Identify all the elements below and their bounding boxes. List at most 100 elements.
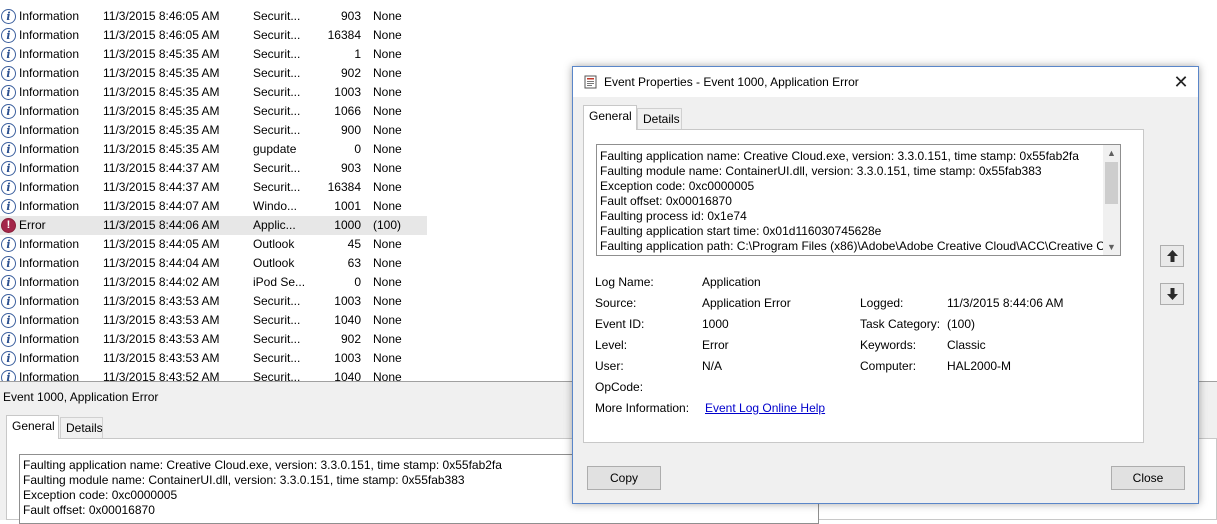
event-id: 63: [347, 256, 361, 270]
event-id: 903: [340, 161, 361, 175]
tab-general[interactable]: General: [583, 105, 637, 130]
event-row[interactable]: i Information 11/3/2015 8:43:53 AM Securit.…: [0, 292, 572, 311]
event-row[interactable]: i Information 11/3/2015 8:44:07 AM Windo...…: [0, 197, 572, 216]
tab-details[interactable]: Details: [637, 108, 682, 130]
event-task-category: None: [373, 161, 402, 175]
event-row[interactable]: i Information 11/3/2015 8:46:05 AM Securit.…: [0, 26, 572, 45]
information-icon: i: [1, 351, 16, 366]
description-line: Faulting application name: Creative Clou…: [600, 149, 1079, 163]
information-icon: i: [1, 104, 16, 119]
description-line: Faulting process id: 0x1e74: [600, 209, 747, 223]
event-id: 45: [347, 237, 361, 251]
event-date-time: 11/3/2015 8:43:53 AM: [103, 294, 220, 308]
event-row[interactable]: ! Error 11/3/2015 8:44:06 AM Applic... 1000 (…: [0, 216, 572, 235]
more-info-label: More Information:: [595, 401, 690, 415]
previous-event-button[interactable]: [1160, 245, 1184, 267]
information-icon: i: [1, 123, 16, 138]
event-level: Information: [19, 199, 80, 213]
copy-button[interactable]: Copy: [587, 466, 661, 490]
information-icon: i: [1, 9, 16, 24]
event-row[interactable]: i Information 11/3/2015 8:43:53 AM Securit.…: [0, 349, 572, 368]
description-line: Fault offset: 0x00016870: [600, 194, 732, 208]
event-date-time: 11/3/2015 8:45:35 AM: [103, 66, 220, 80]
preview-tab-details[interactable]: Details: [60, 417, 103, 439]
event-task-category: None: [373, 85, 402, 99]
event-row[interactable]: i Information 11/3/2015 8:44:05 AM Outlook 4…: [0, 235, 572, 254]
event-row[interactable]: i Information 11/3/2015 8:44:04 AM Outlook 6…: [0, 254, 572, 273]
information-icon: i: [1, 294, 16, 309]
event-date-time: 11/3/2015 8:43:52 AM: [103, 370, 220, 381]
event-date-time: 11/3/2015 8:44:02 AM: [103, 275, 220, 289]
event-level: Information: [19, 370, 80, 381]
event-id: 1003: [334, 351, 361, 365]
event-row[interactable]: i Information 11/3/2015 8:45:35 AM Securit.…: [0, 64, 572, 83]
event-row[interactable]: i Information 11/3/2015 8:45:35 AM Securit.…: [0, 121, 572, 140]
event-row[interactable]: i Information 11/3/2015 8:44:37 AM Securit.…: [0, 159, 572, 178]
event-row[interactable]: i Information 11/3/2015 8:44:02 AM iPod Se.…: [0, 273, 572, 292]
event-date-time: 11/3/2015 8:43:53 AM: [103, 332, 220, 346]
event-task-category: None: [373, 9, 402, 23]
event-task-category: None: [373, 256, 402, 270]
information-icon: i: [1, 256, 16, 271]
event-description-box[interactable]: Faulting application name: Creative Clou…: [596, 144, 1121, 256]
event-id-value: 1000: [702, 317, 729, 331]
event-source: Applic...: [253, 218, 296, 232]
event-task-category: None: [373, 199, 402, 213]
event-source: Outlook: [253, 256, 295, 270]
event-source: Securit...: [253, 351, 301, 365]
event-date-time: 11/3/2015 8:45:35 AM: [103, 123, 220, 137]
event-level: Information: [19, 237, 80, 251]
close-button[interactable]: Close: [1111, 466, 1185, 490]
event-properties-dialog: Event Properties - Event 1000, Applicati…: [572, 66, 1199, 504]
event-row[interactable]: i Information 11/3/2015 8:43:53 AM Securit.…: [0, 330, 572, 349]
preview-line: Fault offset: 0x00016870: [23, 503, 155, 517]
error-icon: !: [1, 218, 16, 233]
event-source: Windo...: [253, 199, 298, 213]
description-scrollbar[interactable]: ▲ ▼: [1103, 145, 1120, 255]
event-row[interactable]: i Information 11/3/2015 8:43:52 AM Securit.…: [0, 368, 572, 381]
information-icon: i: [1, 275, 16, 290]
scroll-thumb[interactable]: [1105, 162, 1118, 204]
close-icon[interactable]: ✕: [1168, 70, 1194, 94]
event-row[interactable]: i Information 11/3/2015 8:43:53 AM Securit.…: [0, 311, 572, 330]
event-level: Information: [19, 313, 80, 327]
event-date-time: 11/3/2015 8:44:04 AM: [103, 256, 220, 270]
preview-tab-general[interactable]: General: [6, 415, 59, 439]
event-row[interactable]: i Information 11/3/2015 8:45:35 AM Securit.…: [0, 83, 572, 102]
source-value: Application Error: [702, 296, 791, 310]
user-value: N/A: [702, 359, 723, 373]
scroll-down-arrow-icon[interactable]: ▼: [1103, 239, 1120, 255]
event-level: Information: [19, 9, 80, 23]
event-row[interactable]: i Information 11/3/2015 8:44:37 AM Securit.…: [0, 178, 572, 197]
scroll-up-arrow-icon[interactable]: ▲: [1103, 145, 1120, 161]
event-id: 1003: [334, 294, 361, 308]
event-log-online-help-link[interactable]: Event Log Online Help: [705, 401, 825, 415]
computer-label: Computer:: [860, 359, 917, 373]
event-source: iPod Se...: [253, 275, 306, 289]
information-icon: i: [1, 47, 16, 62]
event-level: Information: [19, 28, 80, 42]
event-source: Securit...: [253, 180, 301, 194]
next-event-button[interactable]: [1160, 283, 1184, 305]
event-source: Securit...: [253, 85, 301, 99]
event-task-category: None: [373, 294, 402, 308]
event-row[interactable]: i Information 11/3/2015 8:45:35 AM Securit.…: [0, 45, 572, 64]
event-row[interactable]: i Information 11/3/2015 8:45:35 AM Securit.…: [0, 102, 572, 121]
event-level: Information: [19, 256, 80, 270]
event-level: Information: [19, 104, 80, 118]
event-date-time: 11/3/2015 8:46:05 AM: [103, 9, 220, 23]
event-task-category: None: [373, 351, 402, 365]
event-date-time: 11/3/2015 8:43:53 AM: [103, 351, 220, 365]
event-row[interactable]: i Information 11/3/2015 8:45:35 AM gupdate 0…: [0, 140, 572, 159]
keywords-label: Keywords:: [860, 338, 917, 352]
description-line: Faulting module name: ContainerUI.dll, v…: [600, 164, 1042, 178]
event-source: gupdate: [253, 142, 297, 156]
dialog-titlebar[interactable]: Event Properties - Event 1000, Applicati…: [573, 67, 1198, 97]
preview-title: Event 1000, Application Error: [3, 390, 159, 404]
event-date-time: 11/3/2015 8:44:07 AM: [103, 199, 220, 213]
event-date-time: 11/3/2015 8:45:35 AM: [103, 47, 220, 61]
event-row[interactable]: i Information 11/3/2015 8:46:05 AM Securit.…: [0, 7, 572, 26]
event-list[interactable]: i Information 11/3/2015 8:46:05 AM Securit.…: [0, 0, 572, 381]
event-source: Outlook: [253, 237, 295, 251]
source-label: Source:: [595, 296, 637, 310]
